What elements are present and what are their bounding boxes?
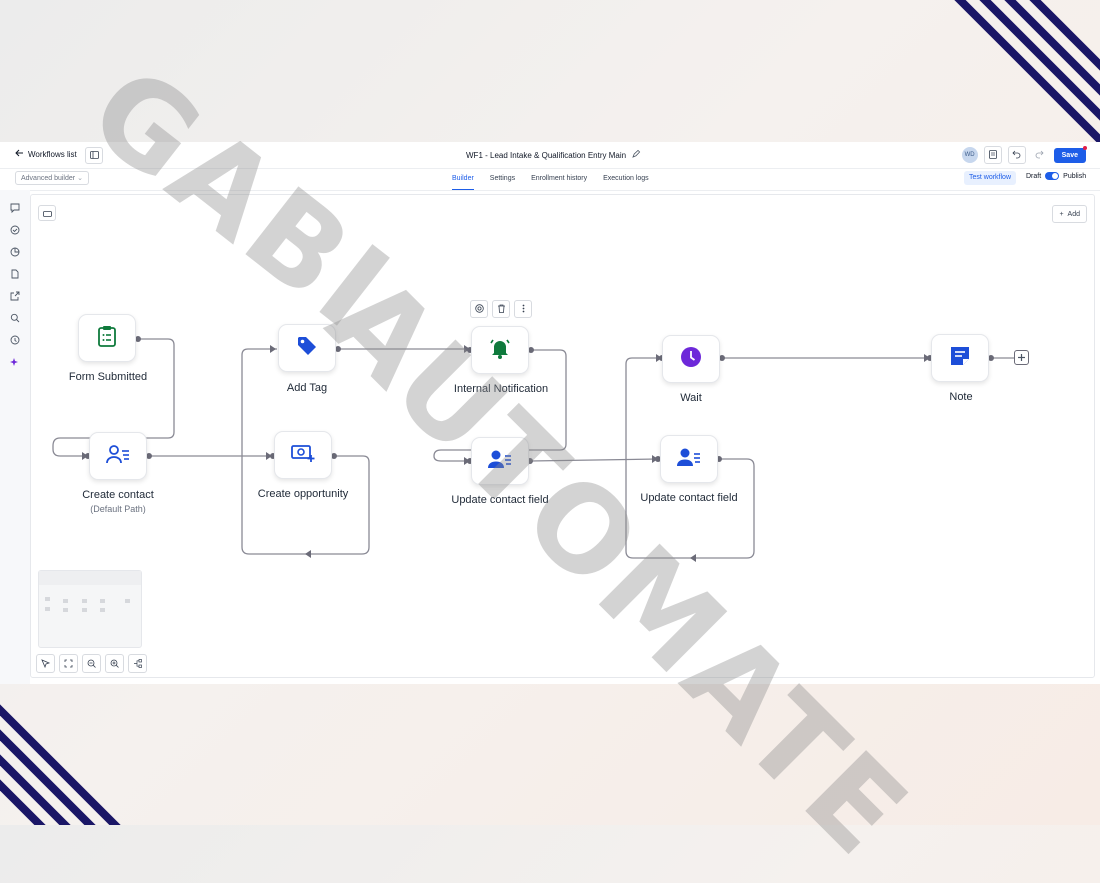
- node-info-button[interactable]: [470, 300, 488, 318]
- zoom-in-button[interactable]: [105, 654, 124, 673]
- minimap[interactable]: [38, 570, 142, 648]
- node-create-contact[interactable]: [89, 432, 147, 480]
- minimap-node: [45, 607, 50, 611]
- bell-icon: [488, 337, 512, 364]
- node-label-add-tag: Add Tag: [286, 382, 328, 394]
- more-vertical-icon: [519, 300, 528, 318]
- minimap-node: [82, 608, 87, 612]
- connector: [529, 458, 659, 462]
- node-label-form-submitted: Form Submitted: [68, 371, 148, 383]
- add-step-button[interactable]: [1014, 350, 1029, 365]
- minimap-node: [125, 599, 130, 603]
- node-label-internal-notification: Internal Notification: [453, 383, 549, 395]
- node-wait[interactable]: [662, 335, 720, 383]
- minimap-node: [82, 599, 87, 603]
- zoom-out-icon: [87, 655, 96, 673]
- zoom-out-button[interactable]: [82, 654, 101, 673]
- hierarchy-icon: [133, 655, 142, 673]
- node-more-button[interactable]: [514, 300, 532, 318]
- minimap-node: [63, 599, 68, 603]
- minimap-node: [100, 608, 105, 612]
- clock-icon: [680, 346, 702, 373]
- canvas-controls: [36, 654, 147, 673]
- connectors-layer: [52, 336, 1014, 562]
- arrowhead: [305, 550, 311, 558]
- arrowhead: [690, 554, 696, 562]
- node-delete-button[interactable]: [492, 300, 510, 318]
- node-label-update-contact-field-2: Update contact field: [640, 492, 738, 504]
- node-note[interactable]: [931, 334, 989, 382]
- note-icon: [949, 345, 971, 372]
- node-label-create-contact: Create contact: [82, 489, 154, 501]
- node-toolbar: [470, 300, 532, 318]
- clipboard-icon: [97, 325, 117, 352]
- cursor-icon: [41, 655, 51, 673]
- node-create-opportunity[interactable]: [274, 431, 332, 479]
- money-plus-icon: [291, 443, 315, 468]
- auto-layout-button[interactable]: [128, 654, 147, 673]
- minimap-node: [45, 597, 50, 601]
- person-lines-icon: [488, 449, 512, 474]
- tag-icon: [296, 335, 318, 362]
- node-label-create-opportunity: Create opportunity: [257, 488, 349, 500]
- fullscreen-icon: [64, 655, 73, 673]
- node-sublabel-default-path: (Default Path): [90, 504, 146, 514]
- node-update-contact-field-2[interactable]: [660, 435, 718, 483]
- zoom-in-icon: [110, 655, 119, 673]
- node-label-update-contact-field-1: Update contact field: [451, 494, 549, 506]
- arrowhead: [270, 345, 276, 353]
- info-circle-icon: [474, 300, 484, 318]
- minimap-node: [100, 599, 105, 603]
- trash-icon: [497, 300, 506, 318]
- plus-icon: [1017, 349, 1026, 367]
- node-form-submitted[interactable]: [78, 314, 136, 362]
- node-internal-notification[interactable]: [471, 326, 529, 374]
- minimap-node: [63, 608, 68, 612]
- node-update-contact-field-1[interactable]: [471, 437, 529, 485]
- node-label-wait: Wait: [680, 392, 702, 404]
- node-label-note: Note: [949, 391, 973, 403]
- select-tool-button[interactable]: [36, 654, 55, 673]
- fit-view-button[interactable]: [59, 654, 78, 673]
- contact-list-icon: [106, 444, 130, 469]
- minimap-header: [39, 571, 141, 585]
- node-add-tag[interactable]: [278, 324, 336, 372]
- person-lines-icon: [677, 447, 701, 472]
